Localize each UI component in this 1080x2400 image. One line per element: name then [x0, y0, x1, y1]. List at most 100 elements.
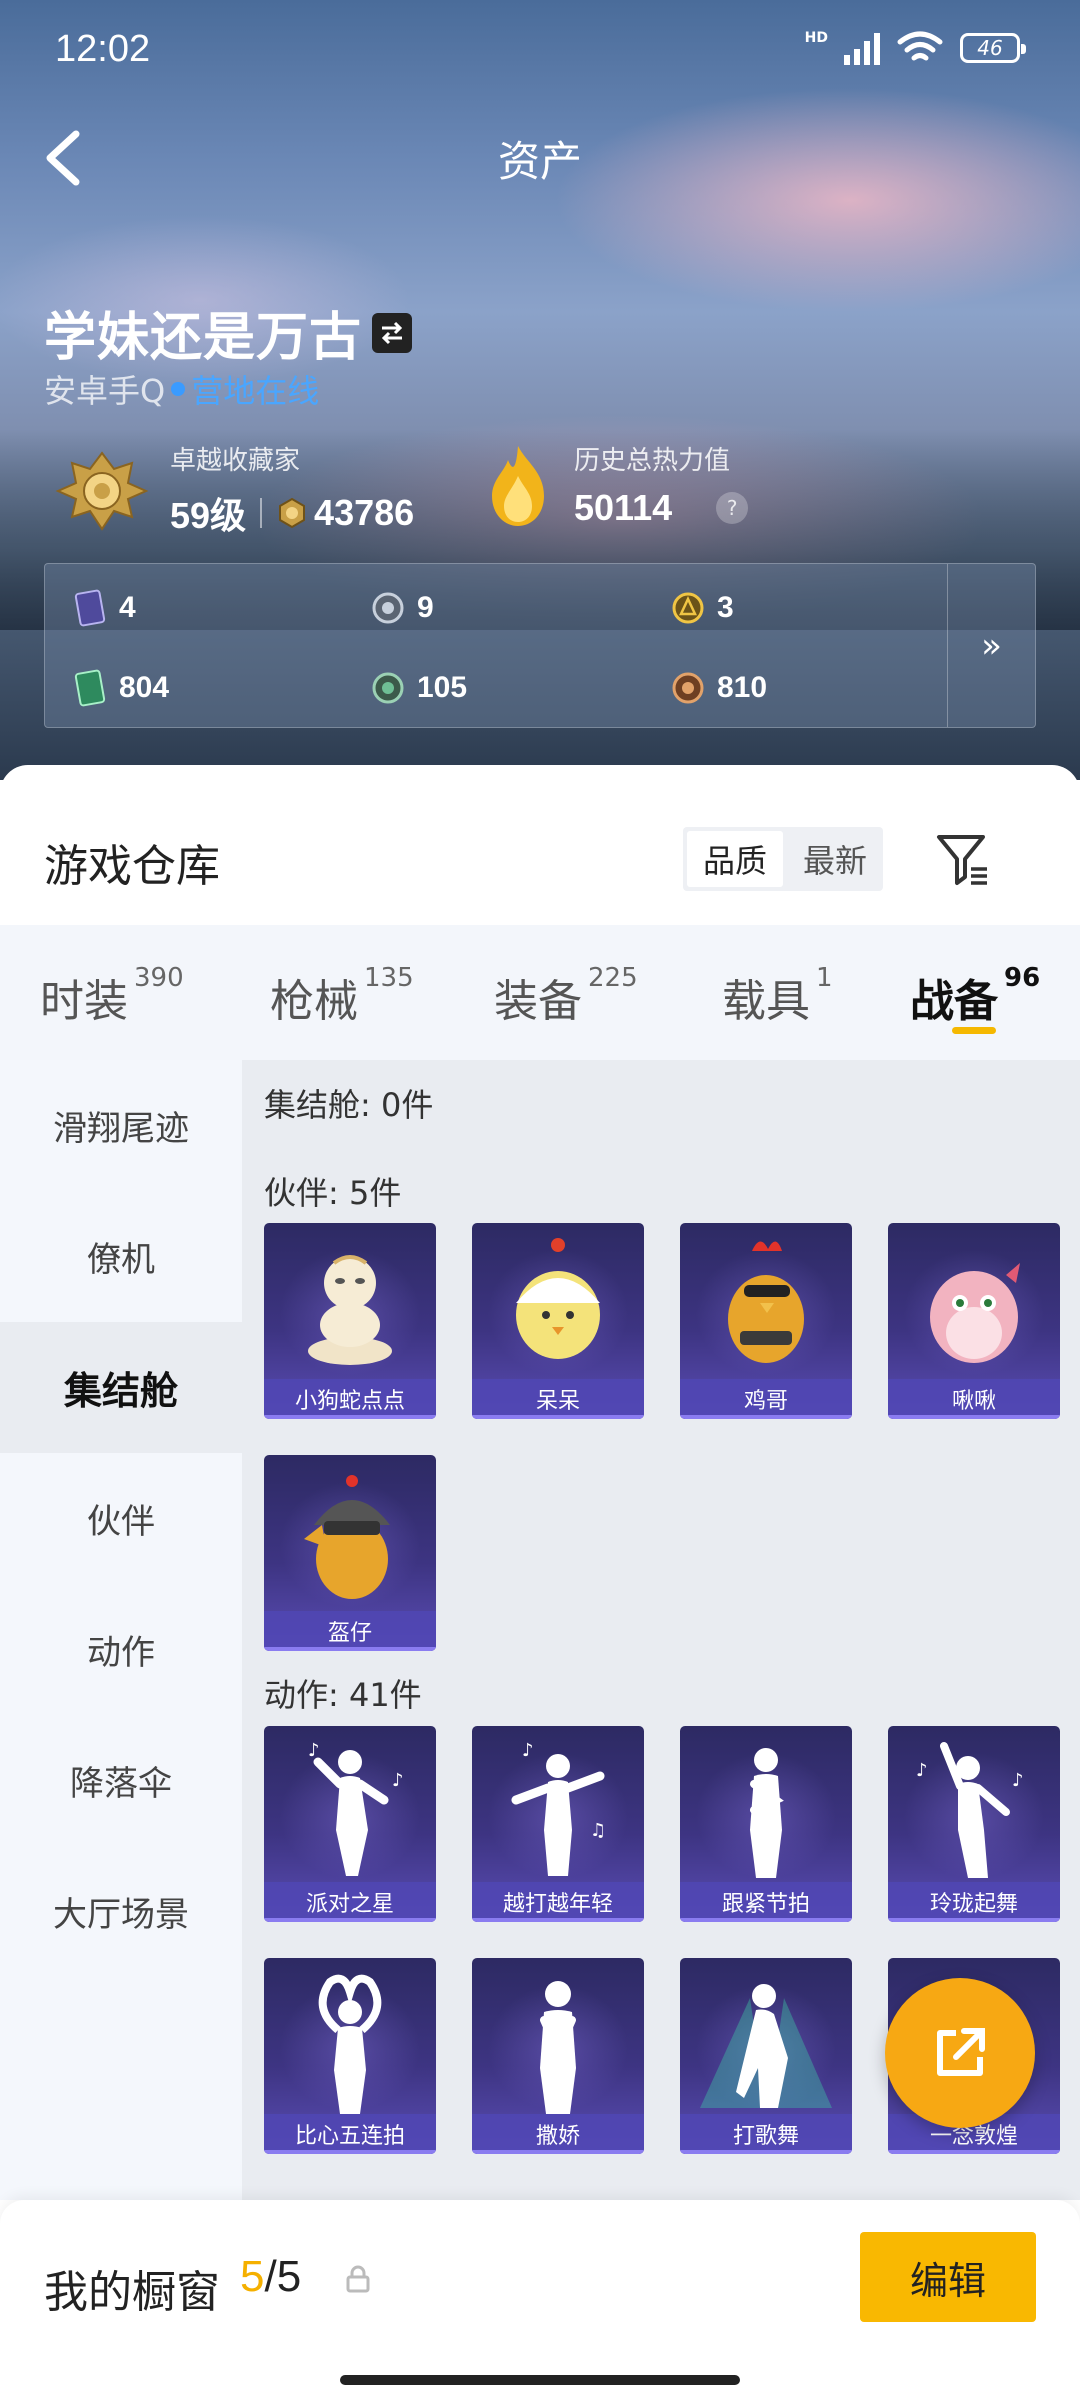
status-time: 12:02 — [55, 28, 151, 70]
rooster-partner-icon — [728, 1241, 804, 1363]
section-partners: 伙伴: 5件 — [264, 1174, 402, 1212]
item-card[interactable]: ♪ ♪ 玲珑起舞 — [888, 1726, 1060, 1922]
item-card[interactable]: 小狗蛇点点 — [264, 1223, 436, 1419]
showcase-count: 5/5 — [240, 2252, 301, 2302]
warehouse-title: 游戏仓库 — [44, 841, 220, 892]
rarity-bar — [472, 2150, 644, 2154]
switch-account-icon[interactable] — [372, 312, 413, 353]
side-nav-wingman[interactable]: 僚机 — [0, 1191, 242, 1322]
section-assembly: 集结舱: 0件 — [264, 1086, 434, 1124]
rarity-bar — [888, 1415, 1060, 1419]
rank-block[interactable]: 卓越收藏家 59级 43786 — [52, 440, 414, 539]
side-nav-parachute[interactable]: 降落伞 — [0, 1715, 242, 1846]
side-nav-glide-trail[interactable]: 滑翔尾迹 — [0, 1060, 242, 1191]
rank-title: 卓越收藏家 — [170, 446, 301, 476]
item-card[interactable]: ♪ ♪ 派对之星 — [264, 1726, 436, 1922]
item-name: 玲珑起舞 — [888, 1882, 1060, 1922]
sort-option-newest[interactable]: 最新 — [787, 827, 883, 891]
svg-text:♪: ♪ — [308, 1740, 320, 1761]
item-card[interactable]: 跟紧节拍 — [680, 1726, 852, 1922]
warehouse-sheet: 游戏仓库 品质 最新 时装 390 枪械 135 装备 225 载具 1 战备 96 滑翔… — [0, 765, 1080, 2400]
stage-dance-icon — [700, 1984, 832, 2108]
item-card[interactable]: 啾啾 — [888, 1223, 1060, 1419]
item-name: 比心五连拍 — [264, 2114, 436, 2154]
green-coin-icon — [372, 672, 404, 704]
heat-block[interactable]: 历史总热力值 50114 ? — [482, 440, 749, 529]
sort-toggle[interactable]: 品质 最新 — [683, 827, 883, 891]
account-row: 安卓手Q 营地在线 — [44, 366, 319, 412]
tab-vehicles[interactable]: 载具 1 — [722, 963, 833, 1029]
sort-option-quality[interactable]: 品质 — [687, 831, 783, 887]
asset-value: 4 — [119, 591, 136, 624]
status-icons: HD 46 — [804, 30, 1026, 66]
rarity-bar — [264, 1647, 436, 1651]
item-card[interactable]: 撒娇 — [472, 1958, 644, 2154]
filter-icon[interactable] — [935, 831, 991, 887]
asset-item: 9 — [371, 588, 434, 628]
assets-more-button[interactable]: » — [947, 564, 1035, 727]
side-nav-actions[interactable]: 动作 — [0, 1584, 242, 1715]
dance-pose-icon: ♪♪ — [916, 1742, 1024, 1878]
item-name: 鸡哥 — [680, 1379, 852, 1419]
bronze-coin-icon — [672, 672, 704, 704]
svg-text:♪: ♪ — [392, 1770, 404, 1791]
svg-text:♪: ♪ — [522, 1740, 534, 1761]
tab-count: 1 — [816, 963, 833, 993]
rarity-bar — [680, 1415, 852, 1419]
rank-level: 59级 — [170, 495, 247, 536]
showcase-current: 5 — [240, 2252, 265, 2301]
rarity-bar — [472, 1415, 644, 1419]
help-icon[interactable]: ? — [716, 492, 749, 524]
tab-fashion[interactable]: 时装 390 — [40, 963, 184, 1029]
share-button[interactable] — [885, 1978, 1035, 2128]
item-name: 呆呆 — [472, 1379, 644, 1419]
header-background: 12:02 HD 46 资产 学妹还是万古 安卓手Q 营地在线 卓越收藏家 59… — [0, 0, 1080, 780]
rank-divider — [260, 498, 263, 528]
item-card[interactable]: 盔仔 — [264, 1455, 436, 1651]
item-card[interactable]: 比心五连拍 — [264, 1958, 436, 2154]
tab-equipment[interactable]: 装备 225 — [494, 963, 638, 1029]
online-dot-icon — [171, 382, 186, 396]
item-card[interactable]: 鸡哥 — [680, 1223, 852, 1419]
side-nav-lobby-scene[interactable]: 大厅场景 — [0, 1846, 242, 1977]
side-nav-partners[interactable]: 伙伴 — [0, 1453, 242, 1584]
rarity-bar — [264, 1918, 436, 1922]
snake-partner-icon — [308, 1255, 392, 1365]
rarity-bar — [680, 1918, 852, 1922]
section-actions: 动作: 41件 — [264, 1676, 422, 1714]
username-row: 学妹还是万古 — [44, 295, 413, 370]
network-type: HD — [804, 30, 828, 46]
tab-weapons[interactable]: 枪械 135 — [270, 963, 414, 1029]
tab-count: 390 — [134, 963, 184, 993]
asset-value: 804 — [119, 671, 170, 704]
rarity-bar — [888, 2150, 1060, 2154]
online-status[interactable]: 营地在线 — [191, 366, 319, 412]
assets-panel[interactable]: 4 9 3 804 105 810 » — [44, 563, 1036, 728]
battery-level: 46 — [977, 36, 1003, 60]
item-card[interactable]: 呆呆 — [472, 1223, 644, 1419]
collection-points: 43786 — [314, 492, 415, 533]
item-card[interactable]: ♪ ♫ 越打越年轻 — [472, 1726, 644, 1922]
side-nav-assembly-pod[interactable]: 集结舱 — [0, 1322, 242, 1453]
asset-value: 9 — [417, 591, 434, 624]
showcase-title: 我的橱窗 — [44, 2267, 220, 2318]
asset-value: 810 — [717, 671, 768, 704]
active-tab-indicator — [952, 1027, 996, 1034]
item-card[interactable]: 打歌舞 — [680, 1958, 852, 2154]
home-indicator[interactable] — [340, 2375, 740, 2385]
tab-battle-prep[interactable]: 战备 96 — [910, 963, 1040, 1029]
edit-button[interactable]: 编辑 — [860, 2232, 1036, 2322]
signal-icon — [844, 31, 880, 65]
flame-icon — [492, 445, 544, 526]
dance-pose-icon: ♪♪ — [308, 1740, 404, 1876]
dance-pose-icon — [750, 1748, 784, 1878]
silver-coin-icon — [372, 592, 404, 624]
rank-badge-icon — [55, 450, 149, 531]
asset-item: 105 — [371, 668, 467, 708]
item-name: 小狗蛇点点 — [264, 1379, 436, 1419]
showcase-total: /5 — [264, 2252, 302, 2301]
rarity-bar — [264, 1415, 436, 1419]
dance-pose-icon: ♪♫ — [511, 1740, 606, 1876]
lock-icon — [346, 2265, 370, 2293]
tab-label: 装备 — [494, 976, 582, 1027]
